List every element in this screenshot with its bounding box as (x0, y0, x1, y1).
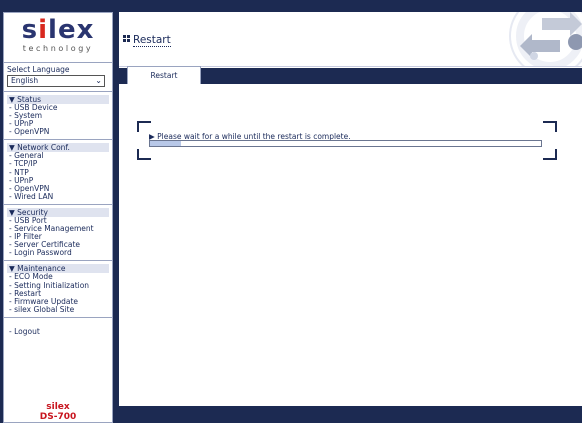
header-decoration-graphic (509, 12, 582, 66)
model-brand: silex (46, 402, 70, 412)
model-name: DS-700 (39, 412, 77, 422)
tab-restart[interactable]: Restart (127, 66, 201, 85)
progress-fill (150, 141, 182, 146)
nav-section-security: ▼ Security - USB Port - Service Manageme… (4, 205, 112, 262)
message-box: ▶ Please wait for a while until the rest… (137, 121, 557, 160)
chevron-down-icon: ⌄ (95, 76, 102, 85)
content-area: ▶ Please wait for a while until the rest… (119, 84, 582, 406)
grid-icon (123, 35, 130, 42)
nav-item-wired-lan[interactable]: - Wired LAN (7, 192, 109, 201)
main-panel: Restart Restart ▶ Please wait for a whil… (119, 12, 582, 423)
language-select[interactable]: English ⌄ (7, 75, 105, 87)
silex-logo[interactable]: silex technology (4, 13, 112, 63)
page-title: Restart (133, 34, 171, 47)
nav-section-maintenance: ▼ Maintenance - ECO Mode - Setting Initi… (4, 261, 112, 318)
footer-bar (119, 406, 582, 423)
nav-section-status: ▼ Status - USB Device - System - UPnP - … (4, 92, 112, 141)
language-selector: Select Language English ⌄ (4, 63, 112, 92)
page-header: Restart (119, 12, 582, 67)
logo-tagline: technology (22, 44, 94, 53)
device-model: silex DS-700 (4, 402, 112, 422)
restart-progress-bar (149, 140, 542, 147)
tab-bar: Restart (119, 66, 582, 85)
nav-item-openvpn-status[interactable]: - OpenVPN (7, 128, 109, 136)
nav-section-logout: - Logout (4, 318, 112, 339)
nav-item-logout[interactable]: - Logout (7, 327, 109, 336)
nav-item-silex-global-site[interactable]: - silex Global Site (7, 305, 109, 314)
sidebar: silex technology Select Language English… (3, 12, 113, 423)
nav-section-network: ▼ Network Conf. - General - TCP/IP - NTP… (4, 140, 112, 205)
language-label: Select Language (7, 65, 70, 74)
language-value: English (11, 76, 39, 85)
nav-item-login-password[interactable]: - Login Password (7, 249, 109, 257)
